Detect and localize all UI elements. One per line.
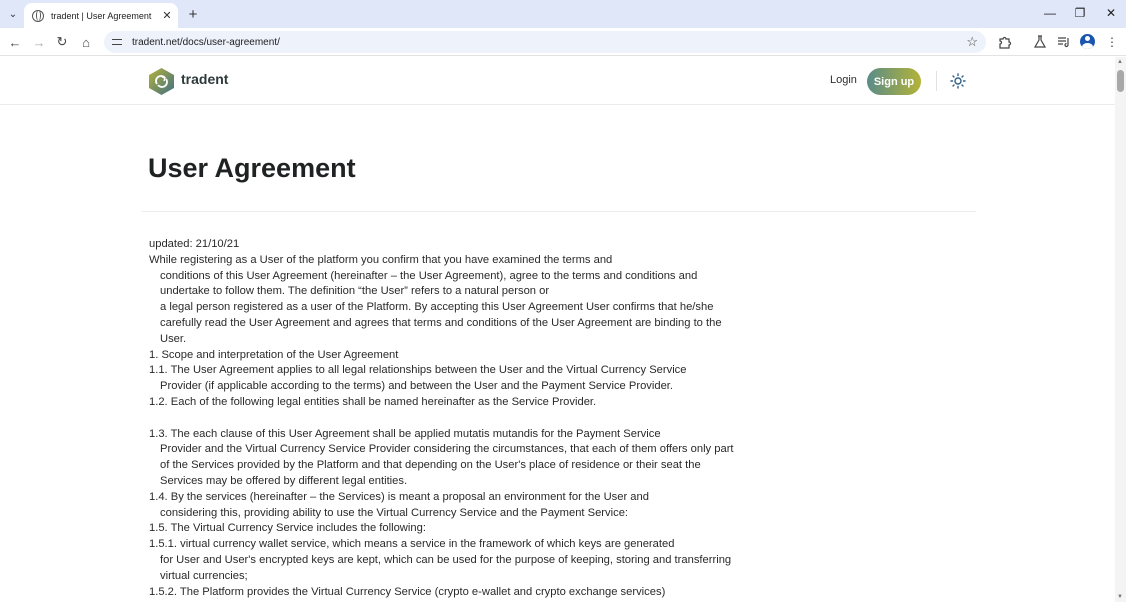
media-queue-icon[interactable]	[1055, 33, 1073, 51]
globe-icon	[32, 9, 44, 22]
agreement-line: considering this, providing ability to u…	[160, 506, 629, 519]
agreement-text: updated: 21/10/21 While registering as a …	[149, 237, 739, 600]
signup-button[interactable]: Sign up	[867, 68, 921, 95]
profile-icon[interactable]	[1080, 34, 1095, 49]
agreement-line: Provider (if applicable according to the…	[160, 380, 674, 393]
sun-icon[interactable]	[950, 73, 966, 89]
agreement-line: conditions of this User Agreement (herei…	[160, 269, 698, 282]
close-window-icon[interactable]: ✕	[1099, 4, 1123, 22]
flask-icon[interactable]	[1031, 33, 1049, 51]
site-header: tradent Login Sign up	[0, 57, 1115, 105]
tab-title: tradent | User Agreement	[51, 10, 152, 21]
agreement-line: updated: 21/10/21	[149, 238, 240, 250]
page-scrollbar[interactable]: ▲ ▼	[1115, 57, 1126, 602]
agreement-line: 1. Scope and interpretation of the User …	[149, 348, 399, 361]
agreement-line: 1.5.1. virtual currency wallet service, …	[149, 538, 675, 551]
url-text[interactable]: tradent.net/docs/user-agreement/	[132, 37, 966, 48]
agreement-line: 1.5.2. The Platform provides the Virtual…	[149, 585, 666, 598]
chevron-down-icon[interactable]: ⌄	[4, 6, 22, 22]
close-icon[interactable]: ✕	[160, 9, 174, 23]
arrow-left-icon[interactable]: ←	[5, 32, 25, 52]
agreement-line: carefully read the User Agreement and ag…	[160, 316, 722, 329]
restore-icon[interactable]: ❐	[1068, 4, 1092, 22]
address-bar[interactable]: tradent.net/docs/user-agreement/ ☆	[104, 31, 986, 53]
tab-strip: ⌄ tradent | User Agreement ✕ + — ❐ ✕	[0, 0, 1126, 28]
tradent-logo[interactable]	[149, 68, 174, 95]
browser-tab[interactable]: tradent | User Agreement ✕	[24, 3, 178, 28]
scroll-up-icon[interactable]: ▲	[1117, 59, 1123, 65]
header-divider	[936, 71, 937, 91]
agreement-line: 1.1. The User Agreement applies to all l…	[149, 364, 687, 377]
tune-icon[interactable]	[112, 36, 124, 48]
agreement-line: undertake to follow them. The definition…	[160, 285, 550, 298]
title-divider	[142, 211, 976, 212]
agreement-line: Provider and the Virtual Currency Servic…	[160, 443, 734, 456]
agreement-line: 1.2. Each of the following legal entitie…	[149, 395, 597, 408]
agreement-line: a legal person registered as a user of t…	[160, 301, 714, 314]
home-icon[interactable]: ⌂	[76, 32, 96, 52]
agreement-line: Services may be offered by different leg…	[160, 474, 408, 487]
reload-icon[interactable]: ↻	[52, 32, 72, 52]
page-title: User Agreement	[148, 153, 356, 183]
star-icon[interactable]: ☆	[966, 34, 978, 50]
login-link[interactable]: Login	[830, 74, 857, 86]
minimize-icon[interactable]: —	[1038, 4, 1062, 22]
plus-icon[interactable]: +	[184, 5, 202, 23]
page-viewport: tradent Login Sign up User Agreement upd…	[0, 57, 1115, 602]
agreement-line: of the Services provided by the Platform…	[160, 459, 701, 472]
arrow-right-icon[interactable]: →	[29, 32, 49, 52]
kebab-menu-icon[interactable]: ⋮	[1103, 33, 1121, 51]
agreement-line: for User and User's encrypted keys are k…	[160, 553, 732, 566]
agreement-line: 1.3. The each clause of this User Agreem…	[149, 427, 661, 440]
browser-toolbar: ← → ↻ ⌂ tradent.net/docs/user-agreement/…	[0, 28, 1126, 56]
agreement-line: 1.5. The Virtual Currency Service includ…	[149, 522, 426, 535]
puzzle-icon[interactable]	[996, 33, 1014, 51]
scroll-down-icon[interactable]: ▼	[1117, 594, 1123, 600]
agreement-line: virtual currencies;	[160, 569, 248, 582]
brand-name[interactable]: tradent	[181, 71, 228, 87]
scroll-thumb[interactable]	[1117, 70, 1124, 92]
agreement-line: While registering as a User of the platf…	[149, 253, 613, 266]
agreement-line: User.	[160, 332, 187, 345]
agreement-line: 1.4. By the services (hereinafter – the …	[149, 490, 649, 503]
